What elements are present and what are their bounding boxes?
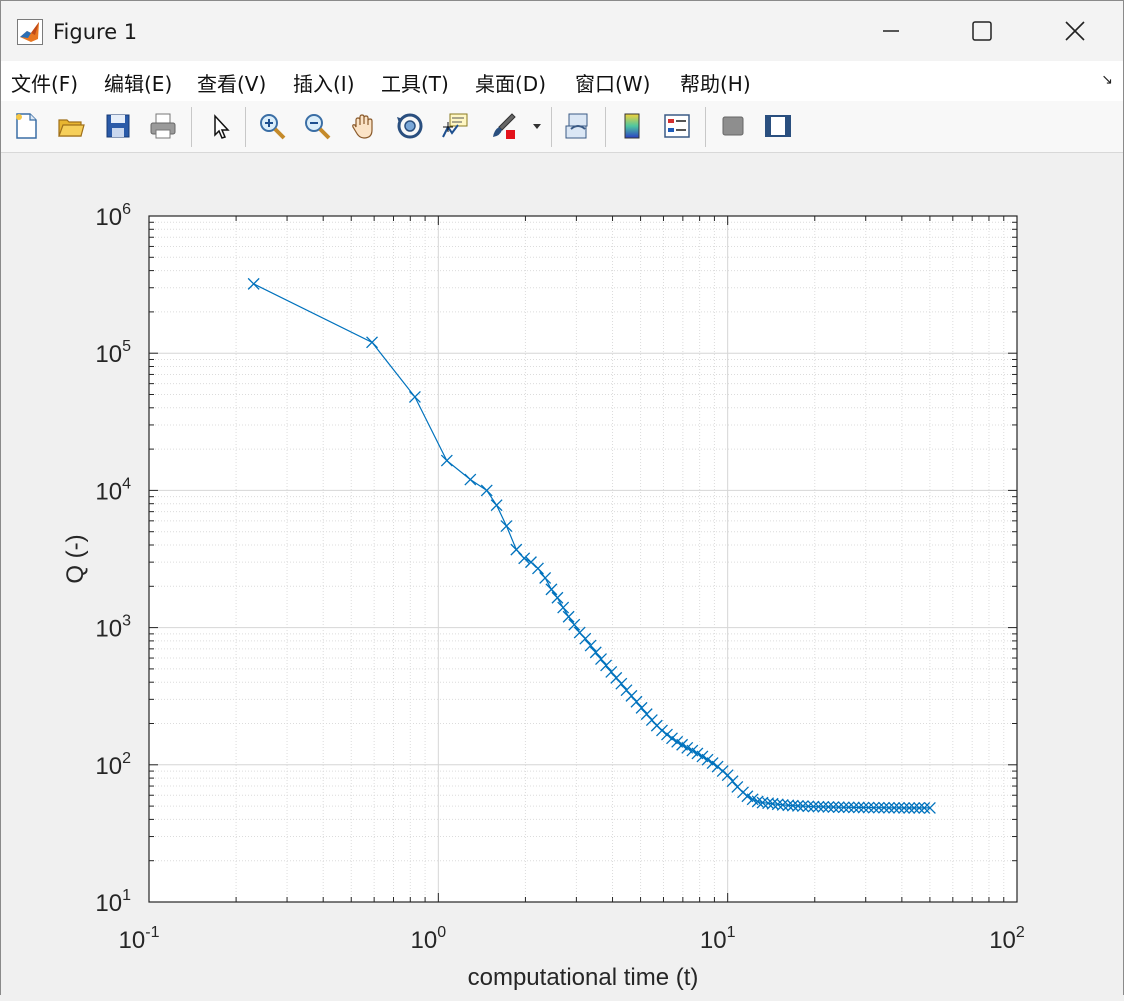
menu-file[interactable]: 文件(F) <box>11 68 78 97</box>
y-tick-label: 103 <box>95 613 131 643</box>
x-tick-label: 101 <box>700 924 736 954</box>
y-tick-labels: 101 102 103 104 105 106 <box>95 201 131 917</box>
menu-desktop[interactable]: 桌面(D) <box>475 68 546 97</box>
y-tick-label: 104 <box>95 475 131 505</box>
menu-edit[interactable]: 编辑(E) <box>104 68 172 97</box>
y-tick-label: 102 <box>95 750 131 780</box>
matlab-logo-icon <box>17 19 43 45</box>
menu-insert[interactable]: 插入(I) <box>293 68 355 97</box>
hide-plot-tools-button[interactable] <box>716 109 750 143</box>
hide-plot-tools-icon <box>722 116 744 136</box>
save-icon <box>106 114 130 138</box>
toolbar-separator <box>191 107 192 147</box>
rotate-3d-button[interactable] <box>393 109 427 143</box>
menu-view[interactable]: 查看(V) <box>197 68 266 97</box>
y-tick-label: 106 <box>95 201 131 231</box>
close-icon <box>1065 21 1085 41</box>
brush-dropdown-button[interactable] <box>529 109 545 143</box>
print-icon <box>150 113 176 139</box>
open-file-button[interactable] <box>54 109 88 143</box>
open-file-icon <box>58 119 85 137</box>
maximize-icon <box>972 21 992 41</box>
minimize-icon <box>883 30 899 32</box>
dock-arrow-icon[interactable]: ↘ <box>1101 71 1113 88</box>
menu-tools[interactable]: 工具(T) <box>381 68 449 97</box>
menu-help[interactable]: 帮助(H) <box>680 68 751 97</box>
zoom-in-icon <box>260 114 286 140</box>
show-plot-tools-button[interactable] <box>761 109 795 143</box>
chevron-down-icon <box>533 124 541 129</box>
pointer-button[interactable] <box>203 109 237 143</box>
menu-window[interactable]: 窗口(W) <box>575 68 650 97</box>
link-plot-button[interactable] <box>561 109 595 143</box>
x-axis-label: computational time (t) <box>468 964 699 991</box>
plot-area <box>149 216 1017 902</box>
y-axis-label: Q (-) <box>62 534 89 583</box>
title-bar[interactable]: Figure 1 <box>1 1 1123 61</box>
print-button[interactable] <box>146 109 180 143</box>
toolbar-separator <box>551 107 552 147</box>
menu-bar: 文件(F) 编辑(E) 查看(V) 插入(I) 工具(T) 桌面(D) 窗口(W… <box>1 61 1123 101</box>
legend-button[interactable] <box>660 109 694 143</box>
figure-window: Figure 1 文件(F) 编辑(E) 查看(V) 插入(I) 工具(T) 桌… <box>0 0 1124 996</box>
x-tick-label: 10-1 <box>119 924 160 954</box>
y-tick-label: 101 <box>95 887 131 917</box>
x-tick-labels: 10-1 100 101 102 <box>119 924 1025 954</box>
maximize-button[interactable] <box>952 9 1012 53</box>
minimize-button[interactable] <box>861 9 921 53</box>
new-figure-icon <box>16 113 37 139</box>
pan-button[interactable] <box>347 109 381 143</box>
figure-canvas: 10-1 100 101 102 101 102 103 104 105 106 computa… <box>1 153 1123 996</box>
toolbar-separator <box>605 107 606 147</box>
link-plot-icon <box>565 113 588 139</box>
pan-hand-icon <box>352 114 373 139</box>
legend-icon <box>664 114 690 138</box>
x-tick-label: 100 <box>411 924 447 954</box>
zoom-in-button[interactable] <box>255 109 289 143</box>
x-tick-label: 102 <box>989 924 1025 954</box>
new-figure-button[interactable] <box>9 109 43 143</box>
log-log-chart[interactable]: 10-1 100 101 102 101 102 103 104 105 106 computa… <box>1 153 1124 996</box>
close-button[interactable] <box>1045 9 1105 53</box>
y-tick-label: 105 <box>95 338 131 368</box>
show-plot-tools-icon <box>765 115 791 137</box>
colorbar-icon <box>624 113 640 139</box>
save-button[interactable] <box>101 109 135 143</box>
colorbar-button[interactable] <box>615 109 649 143</box>
zoom-out-button[interactable] <box>300 109 334 143</box>
data-cursor-button[interactable] <box>438 109 472 143</box>
zoom-out-icon <box>305 114 331 140</box>
brush-icon <box>493 113 516 139</box>
brush-button[interactable] <box>486 109 520 143</box>
data-cursor-icon <box>442 113 468 138</box>
figure-toolbar <box>1 101 1123 153</box>
window-title: Figure 1 <box>53 20 138 44</box>
rotate-3d-icon <box>397 113 423 139</box>
pointer-icon <box>214 114 230 139</box>
toolbar-separator <box>705 107 706 147</box>
toolbar-separator <box>245 107 246 147</box>
